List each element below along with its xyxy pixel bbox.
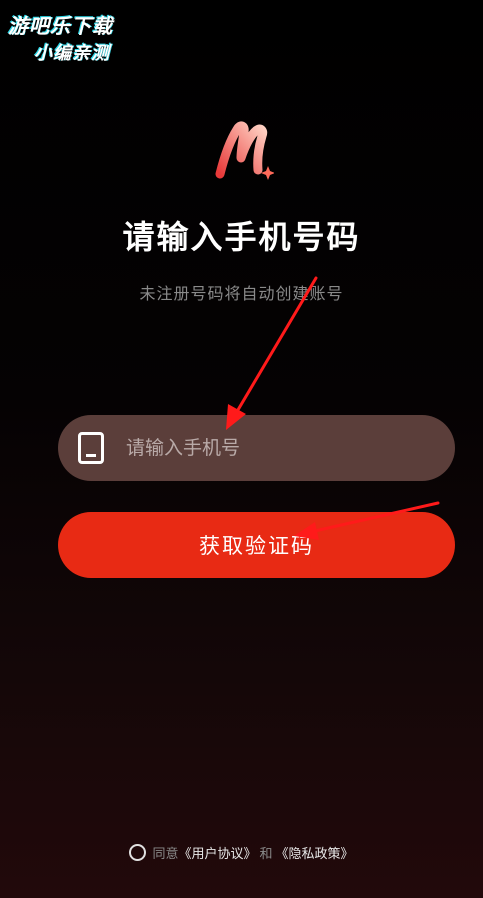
agreement-row: 同意 《用户协议》 和 《隐私政策》 (0, 843, 483, 862)
app-logo-icon (214, 118, 275, 188)
agreement-prefix: 同意 (152, 847, 179, 862)
phone-field[interactable] (58, 415, 455, 481)
watermark: 游吧乐下载 小编亲测 (8, 10, 158, 65)
agreement-and: 和 (259, 847, 273, 862)
page-subtitle: 未注册号码将自动创建账号 (139, 284, 344, 303)
get-code-button[interactable]: 获取验证码 (58, 512, 455, 578)
privacy-policy-link[interactable]: 《隐私政策》 (276, 843, 354, 862)
watermark-line-2: 小编亲测 (34, 43, 110, 64)
user-agreement-link[interactable]: 《用户协议》 (178, 843, 256, 862)
phone-icon (78, 432, 104, 464)
watermark-line-1: 游吧乐下载 (8, 14, 113, 38)
radio-unchecked-icon[interactable] (129, 844, 147, 861)
page-title: 请输入手机号码 (122, 218, 361, 256)
phone-input[interactable] (126, 437, 406, 459)
